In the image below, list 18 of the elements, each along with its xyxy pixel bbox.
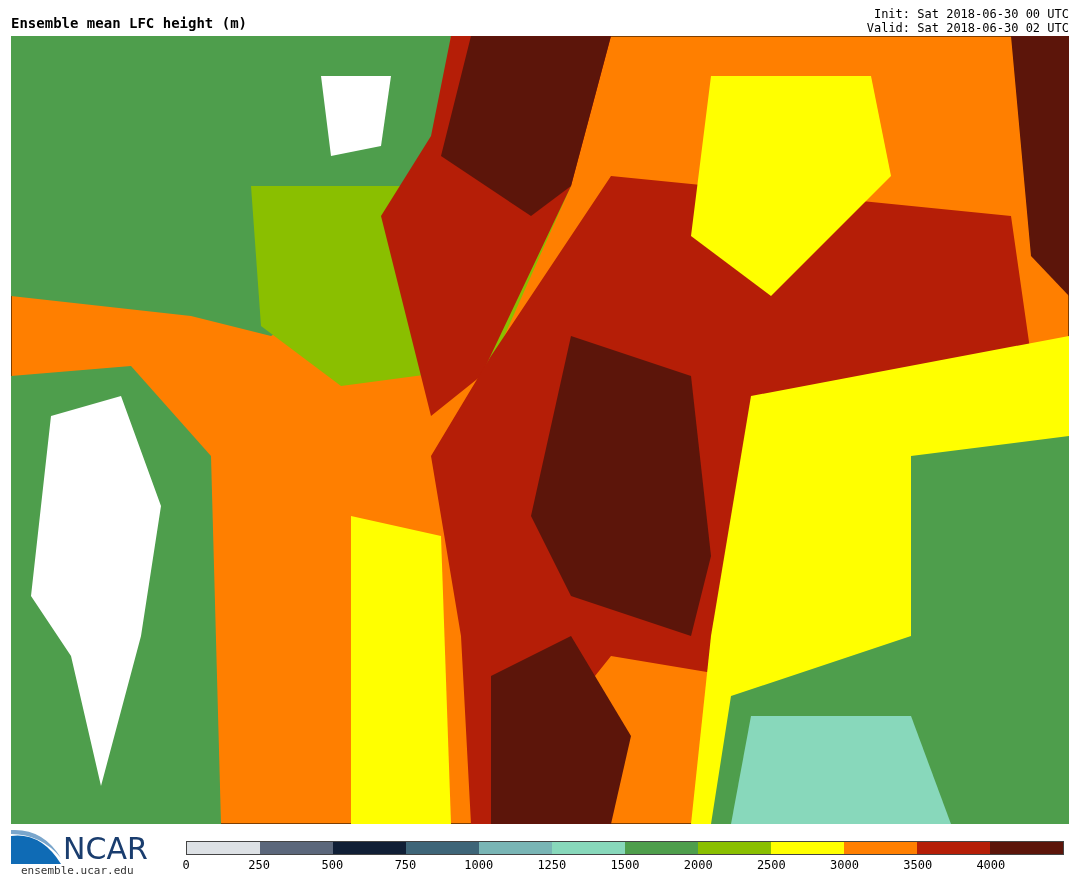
swoosh-logo-icon <box>11 828 61 864</box>
scale-label: 4000 <box>976 858 1006 872</box>
chart-title: Ensemble mean LFC height (m) <box>11 15 247 33</box>
scale-label: 1000 <box>464 858 494 872</box>
scale-label: 1250 <box>537 858 567 872</box>
logo-wordmark: NCAR <box>63 834 148 864</box>
scale-label: 2500 <box>756 858 786 872</box>
scale-label: 500 <box>321 858 344 872</box>
scale-label: 3000 <box>830 858 859 872</box>
scale-label: 2000 <box>683 858 713 872</box>
scale-label: 3500 <box>903 858 933 872</box>
valid-time: Valid: Sat 2018-06-30 02 UTC <box>866 21 1069 35</box>
scale-label: 250 <box>248 858 270 872</box>
scale-label: 0 <box>182 858 190 872</box>
scale-label: 750 <box>394 858 417 872</box>
site-url: ensemble.ucar.edu <box>21 864 135 877</box>
scale-label: 1500 <box>610 858 640 872</box>
init-time: Init: Sat 2018-06-30 00 UTC <box>873 7 1069 21</box>
